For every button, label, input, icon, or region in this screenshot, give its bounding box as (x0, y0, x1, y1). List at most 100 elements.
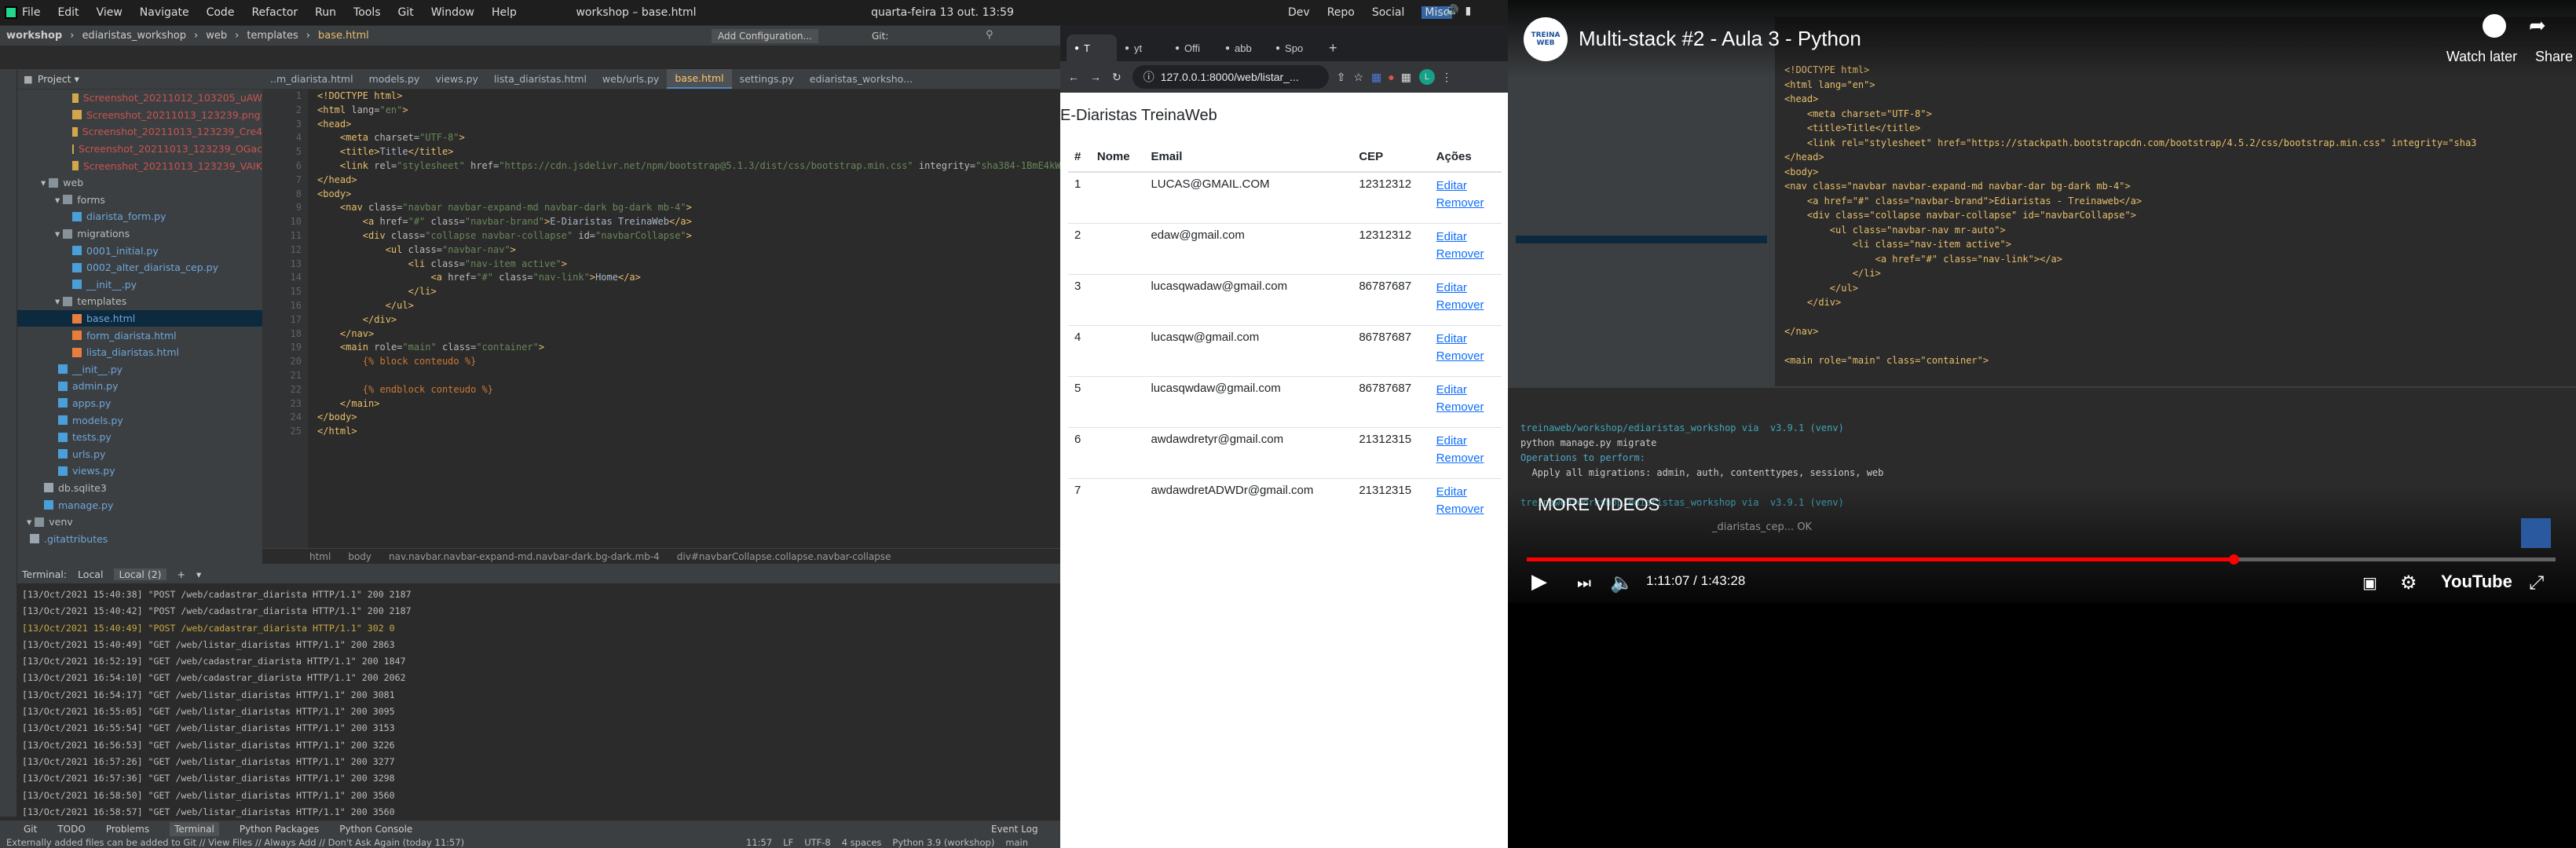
remove-link[interactable]: Remover (1436, 246, 1495, 263)
menu-item-git[interactable]: Git (398, 6, 414, 19)
tree-item[interactable]: ▾ web (17, 174, 262, 192)
next-icon[interactable]: ⏭ (1577, 573, 1591, 592)
tree-item[interactable]: Screenshot_20211013_123239_OGac (17, 141, 262, 158)
tree-item[interactable]: urls.py (17, 445, 262, 462)
video-title[interactable]: Multi-stack #2 - Aula 3 - Python (1579, 27, 1861, 51)
tool-window-todo[interactable]: TODO (57, 824, 85, 835)
captions-icon[interactable]: ▣ (2362, 573, 2377, 592)
menu-kebab-icon[interactable]: ⋮ (1441, 71, 1452, 84)
tool-window-python-console[interactable]: Python Console (339, 824, 412, 835)
app-icon[interactable] (0, 0, 22, 25)
tree-item[interactable]: base.html (17, 309, 262, 327)
editor-tab[interactable]: models.py (361, 69, 428, 89)
breadcrumb-item[interactable]: workshop (6, 30, 62, 42)
chevron-down-icon[interactable]: ▾ (196, 568, 201, 580)
profile-avatar[interactable]: L (1418, 69, 1435, 85)
tree-item[interactable]: db.sqlite3 (17, 480, 262, 497)
watch-later-button[interactable] (2471, 14, 2518, 38)
browser-tab[interactable]: ● Offi (1167, 35, 1217, 61)
search-icon[interactable]: ⚲ (986, 29, 993, 41)
tree-item[interactable]: views.py (17, 462, 262, 480)
editor-tab[interactable]: lista_diaristas.html (486, 69, 595, 89)
code-content[interactable]: <!DOCTYPE html> <html lang="en"> <head> <m… (317, 90, 1060, 439)
chevron-down-icon[interactable]: ▾ (41, 177, 46, 188)
edit-link[interactable]: Editar (1436, 177, 1495, 195)
share-icon[interactable]: ⇧ (1337, 71, 1346, 84)
edit-link[interactable]: Editar (1436, 382, 1495, 399)
menu-item-tools[interactable]: Tools (353, 6, 381, 19)
battery-icon[interactable]: ▮ (1465, 5, 1471, 17)
info-icon[interactable]: ⓘ (1143, 69, 1154, 85)
edit-link[interactable]: Editar (1436, 280, 1495, 297)
channel-logo[interactable]: TREINA WEB (1524, 17, 1568, 61)
tree-item[interactable]: form_diarista.html (17, 327, 262, 344)
editor-breadcrumb-item[interactable]: nav.navbar.navbar-expand-md.navbar-dark.… (389, 551, 660, 562)
edit-link[interactable]: Editar (1436, 331, 1495, 348)
chevron-down-icon[interactable]: ▾ (55, 228, 60, 239)
project-label[interactable]: Project (38, 73, 71, 85)
tool-window-git[interactable]: Git (24, 824, 37, 835)
menu-item-refactor[interactable]: Refactor (251, 6, 298, 19)
terminal-output[interactable]: [13/Oct/2021 15:40:38] "POST /web/cadast… (17, 583, 1060, 848)
remove-link[interactable]: Remover (1436, 195, 1495, 212)
settings-gear-icon[interactable]: ⚙ (2400, 572, 2417, 594)
new-tab-icon[interactable]: + (1329, 35, 1337, 61)
workspace-social[interactable]: Social (1372, 6, 1405, 19)
remove-link[interactable]: Remover (1436, 348, 1495, 365)
tree-item[interactable]: apps.py (17, 395, 262, 412)
channel-watermark[interactable] (2521, 518, 2551, 548)
breadcrumb-item[interactable]: web (206, 30, 227, 42)
tool-window-problems[interactable]: Problems (106, 824, 149, 835)
menu-item-view[interactable]: View (97, 6, 123, 19)
event-log-button[interactable]: Event Log (991, 824, 1038, 835)
browser-tab[interactable]: ● yt (1117, 35, 1167, 61)
terminal-tab-local-2[interactable]: Local (2) (114, 568, 166, 580)
remove-link[interactable]: Remover (1436, 450, 1495, 467)
chevron-down-icon[interactable]: ▾ (55, 194, 60, 206)
bookmark-star-icon[interactable]: ☆ (1353, 71, 1363, 84)
status-indicator[interactable]: main (1005, 837, 1028, 848)
edit-link[interactable]: Editar (1436, 228, 1495, 246)
watch-later-label[interactable]: Watch later (2427, 49, 2537, 65)
forward-icon[interactable]: → (1090, 71, 1101, 83)
address-bar[interactable]: ⓘ 127.0.0.1:8000/web/listar_... (1132, 65, 1329, 89)
editor-tab[interactable]: ..m_diarista.html (262, 69, 361, 89)
reload-icon[interactable]: ↻ (1112, 71, 1122, 84)
workspace-dev[interactable]: Dev (1288, 6, 1310, 19)
tree-item[interactable]: ▾ migrations (17, 225, 262, 243)
browser-tab[interactable]: ● abb (1217, 35, 1268, 61)
editor-breadcrumb-item[interactable]: div#navbarCollapse.collapse.navbar-colla… (677, 551, 891, 562)
tool-window-terminal[interactable]: Terminal (170, 821, 219, 836)
tree-item[interactable]: manage.py (17, 496, 262, 514)
workspace-repo[interactable]: Repo (1327, 6, 1355, 19)
extensions-puzzle-icon[interactable]: ▦ (1401, 71, 1411, 84)
youtube-logo[interactable]: YouTube (2441, 572, 2512, 592)
share-label[interactable]: Share (2535, 49, 2573, 65)
share-icon[interactable]: ➦ (2529, 14, 2546, 38)
breadcrumb-item[interactable]: base.html (318, 30, 369, 42)
run-config-dropdown[interactable]: Add Configuration... (712, 28, 818, 43)
play-icon[interactable]: ▶ (1531, 570, 1547, 594)
status-indicator[interactable]: UTF-8 (804, 837, 831, 848)
terminal-tab-local[interactable]: Local (78, 568, 103, 580)
youtube-player[interactable]: <!DOCTYPE html><html lang="en"><head> <m… (1508, 0, 2576, 848)
code-editor[interactable]: 1 2 3 4 5 6 7 8 9 10 11 12 13 14 15 16 17 18 19 20 21 22 23 24 2… (262, 90, 1060, 564)
tree-item[interactable]: ▾ venv (17, 514, 262, 531)
menu-item-edit[interactable]: Edit (57, 6, 79, 19)
editor-breadcrumb-item[interactable]: body (348, 551, 371, 562)
tree-item[interactable]: __init__.py (17, 361, 262, 378)
tree-item[interactable]: ▾ templates (17, 293, 262, 310)
volume-icon[interactable]: 🔈 (1610, 572, 1634, 594)
editor-breadcrumb-item[interactable]: html (309, 551, 331, 562)
menu-item-code[interactable]: Code (207, 6, 235, 19)
tree-item[interactable]: lista_diaristas.html (17, 344, 262, 361)
add-terminal-icon[interactable]: + (177, 568, 185, 580)
tree-item[interactable]: admin.py (17, 378, 262, 395)
edit-link[interactable]: Editar (1436, 433, 1495, 450)
menu-item-file[interactable]: File (22, 6, 40, 19)
tree-item[interactable]: models.py (17, 411, 262, 429)
tree-item[interactable]: tests.py (17, 429, 262, 446)
extension-icon-2[interactable]: ● (1388, 71, 1394, 83)
menu-item-window[interactable]: Window (431, 6, 474, 19)
editor-tab[interactable]: base.html (667, 69, 732, 89)
